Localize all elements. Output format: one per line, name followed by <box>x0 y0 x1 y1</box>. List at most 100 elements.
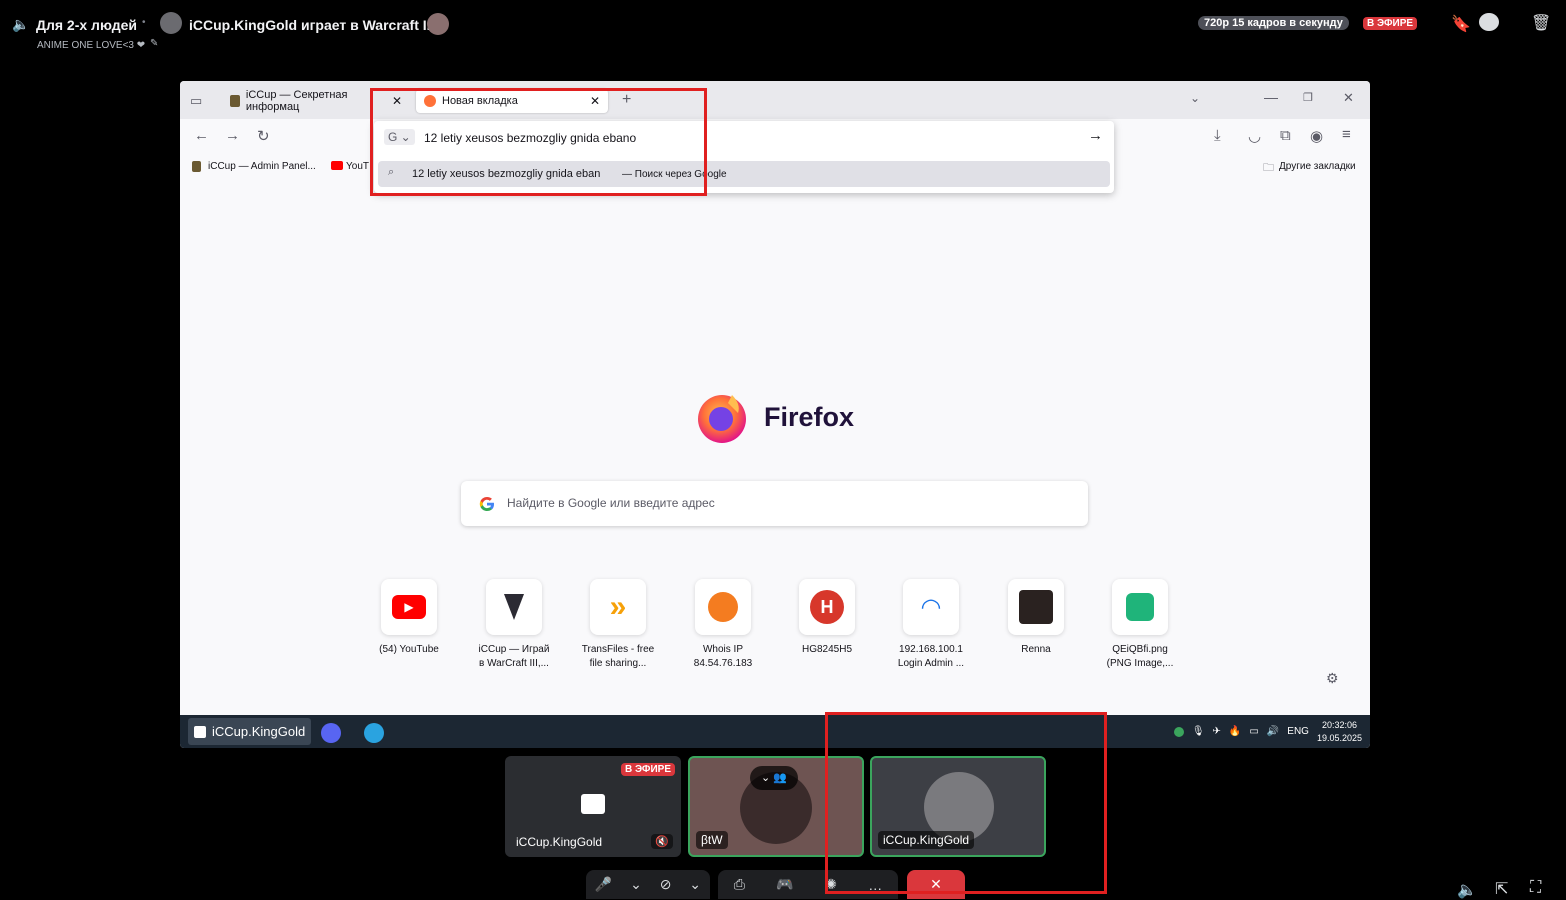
participant-tile-stream[interactable]: В ЭФИРЕ iCCup.KingGold 🔇 <box>505 756 681 857</box>
clock[interactable]: 20:32:06 19.05.2025 <box>1317 719 1362 745</box>
flame-tray-icon[interactable]: 🔥 <box>1229 726 1241 737</box>
other-bookmarks[interactable]: Другие закладки <box>1279 161 1356 172</box>
chevron-down-icon[interactable]: ⌄ <box>630 876 642 893</box>
settings-gear-icon[interactable]: ⚙ <box>1326 670 1339 687</box>
top-site-transfiles[interactable]: » TransFiles - free file sharing... <box>566 579 670 671</box>
top-site-renna[interactable]: Renna <box>984 579 1088 657</box>
tab-list-icon[interactable]: ▭ <box>190 93 202 109</box>
language-indicator[interactable]: ENG <box>1287 726 1309 737</box>
share-screen-button[interactable]: ⎙ <box>734 876 745 893</box>
windows-taskbar: iCCup.KingGold 🎙 ✈ 🔥 ▭ 🔊 ENG 20:32:06 19… <box>180 715 1370 748</box>
game-icon <box>427 13 449 35</box>
muted-speaker-icon[interactable]: 🔇 <box>651 834 673 849</box>
youtube-icon: ▶ <box>392 595 426 619</box>
bookmark-icon[interactable]: 🔖 <box>1451 14 1471 34</box>
volume-mute-icon[interactable]: 🔈 <box>1457 880 1477 900</box>
router-h-icon: H <box>810 590 844 624</box>
close-window-icon[interactable]: ✕ <box>1343 90 1354 106</box>
minimize-icon[interactable]: — <box>1264 89 1278 105</box>
mic-icon[interactable]: 🎙 <box>1192 726 1205 737</box>
camera-off-button[interactable]: ⊘ <box>660 876 672 893</box>
stream-quality-badge: 720p 15 кадров в секунду <box>1198 16 1349 30</box>
discord-topbar: 🔈 Для 2-х людей • iCCup.KingGold играет … <box>0 0 1566 60</box>
back-arrow-icon[interactable]: ← <box>194 127 209 144</box>
participant-name: iCCup.KingGold <box>516 835 603 849</box>
top-site-qeiqbfi[interactable]: QEiQBfi.png (PNG Image,... <box>1088 579 1192 671</box>
popout-icon[interactable]: ⇱ <box>1495 879 1508 899</box>
whois-logo-icon <box>708 592 738 622</box>
go-arrow-icon[interactable]: → <box>1088 127 1103 144</box>
google-g-icon <box>479 497 494 511</box>
extensions-icon[interactable]: ⧉ <box>1280 127 1291 144</box>
trash-icon[interactable]: 🗑 <box>1531 13 1551 33</box>
screen-share-stream[interactable]: ▭ iCCup — Секретная информац ✕ Новая вкл… <box>180 81 1370 748</box>
top-site-whois[interactable]: Whois IP 84.54.76.183 <box>671 579 775 671</box>
top-site-sublabel: Login Admin ... <box>897 658 965 669</box>
top-site-youtube[interactable]: ▶ (54) YouTube <box>357 579 461 657</box>
pocket-icon[interactable]: ◡ <box>1248 127 1261 145</box>
folder-icon: 🗀 <box>1263 162 1274 174</box>
account-icon[interactable]: ◉ <box>1310 127 1323 145</box>
renna-thumbnail-icon <box>1019 590 1053 624</box>
new-tab-page: Firefox Найдите в Google или введите адр… <box>180 179 1370 715</box>
mic-camera-controls: 🎤 ⌄ ⊘ ⌄ <box>586 870 710 899</box>
taskbar-pinned-app[interactable]: iCCup.KingGold <box>188 718 312 745</box>
discord-taskbar-icon[interactable] <box>321 723 341 743</box>
menu-hamburger-icon[interactable]: ≡ <box>1342 126 1351 143</box>
top-site-iccup[interactable]: iCCup — Играй в WarCraft III,... <box>462 579 566 671</box>
edit-icon[interactable]: ✎ <box>150 38 158 49</box>
system-tray: 🎙 ✈ 🔥 ▭ 🔊 ENG 20:32:06 19.05.2025 <box>1173 715 1362 748</box>
streamer-avatar[interactable] <box>160 12 182 34</box>
volume-icon[interactable]: 🔊 <box>1267 726 1279 737</box>
live-badge: В ЭФИРЕ <box>1363 17 1418 30</box>
telegram-tray-icon[interactable]: ✈ <box>1213 726 1221 737</box>
network-icon[interactable]: ▭ <box>1249 726 1258 737</box>
reload-icon[interactable]: ↻ <box>257 127 270 145</box>
bookmark-youtube[interactable]: YouT <box>346 161 369 172</box>
top-site-router-admin[interactable]: ◠ 192.168.100.1 Login Admin ... <box>879 579 983 671</box>
transfiles-chevron-icon: » <box>609 590 627 623</box>
participant-name: βtW <box>696 831 728 849</box>
top-site-label: TransFiles - free <box>581 644 655 655</box>
bookmark-iccup-admin[interactable]: iCCup — Admin Panel... <box>208 161 316 172</box>
firefox-brand: Firefox <box>694 389 854 445</box>
taskbar-app-label: iCCup.KingGold <box>212 724 306 739</box>
clock-time: 20:32:06 <box>1321 719 1357 730</box>
annotation-rectangle <box>370 88 707 196</box>
voice-channel-icon: 🔈 <box>12 16 30 32</box>
fullscreen-icon[interactable]: ⛶ <box>1530 879 1541 897</box>
top-site-label: Whois IP <box>702 644 743 655</box>
wifi-icon: ◠ <box>920 593 942 621</box>
youtube-favicon-icon <box>331 161 343 170</box>
chat-icon[interactable] <box>1479 13 1499 31</box>
forward-arrow-icon[interactable]: → <box>225 127 240 144</box>
status-dot-icon <box>1173 726 1184 737</box>
screen-share-icon <box>581 794 605 814</box>
activities-gamepad-button[interactable]: 🎮 <box>776 876 793 893</box>
search-placeholder: Найдите в Google или введите адрес <box>507 496 715 510</box>
firefox-wordmark: Firefox <box>764 401 855 432</box>
newtab-search-box[interactable]: Найдите в Google или введите адрес <box>461 481 1088 526</box>
chevron-down-icon[interactable]: ⌄ <box>689 876 701 893</box>
browser-tab-strip: ▭ iCCup — Секретная информац ✕ Новая вкл… <box>180 81 1370 119</box>
top-site-sublabel: в WarCraft III,... <box>479 658 549 669</box>
restore-icon[interactable]: ❐ <box>1303 91 1313 104</box>
top-site-label: iCCup — Играй <box>478 644 550 655</box>
image-file-icon <box>1126 593 1154 621</box>
microphone-button[interactable]: 🎤 <box>595 876 612 893</box>
annotation-rectangle <box>825 712 1107 894</box>
top-site-label: (54) YouTube <box>379 644 439 655</box>
chevron-down-icon[interactable]: ⌄ <box>1190 91 1200 105</box>
stream-options-chip[interactable]: ⌄ 👥 <box>750 766 798 790</box>
top-site-sublabel: (PNG Image,... <box>1106 658 1174 669</box>
download-icon[interactable]: ⤓ <box>1214 127 1221 144</box>
live-badge: В ЭФИРЕ <box>620 763 675 776</box>
top-site-label: QEiQBfi.png <box>1112 644 1168 655</box>
iccup-shield-icon <box>504 594 524 620</box>
top-site-label: HG8245H5 <box>801 644 853 655</box>
top-site-sublabel: file sharing... <box>589 658 647 669</box>
telegram-taskbar-icon[interactable] <box>364 723 384 743</box>
top-site-hg8245h5[interactable]: H HG8245H5 <box>775 579 879 657</box>
monitor-icon <box>194 725 206 738</box>
separator-dot: • <box>142 17 146 28</box>
